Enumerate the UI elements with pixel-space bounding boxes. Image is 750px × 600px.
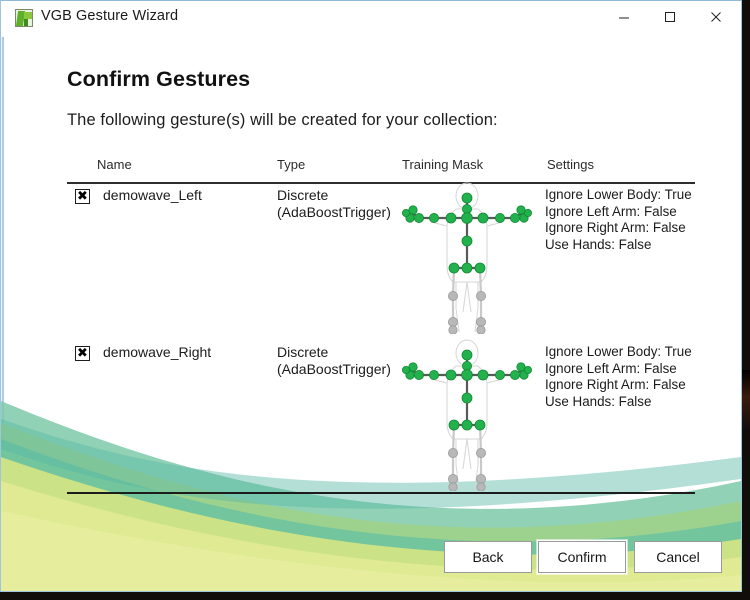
page-subtitle: The following gesture(s) will be created… xyxy=(67,111,498,129)
column-header-name: Name xyxy=(97,157,132,172)
app-window: VGB Gesture Wizard Confirm Gestures The … xyxy=(0,0,742,592)
gesture-name: demowave_Right xyxy=(103,344,212,360)
gesture-type: Discrete (AdaBoostTrigger) xyxy=(277,344,391,377)
gesture-checkbox[interactable]: ✖ xyxy=(75,346,90,361)
maximize-icon xyxy=(665,12,675,22)
app-icon xyxy=(15,9,33,27)
column-header-settings: Settings xyxy=(547,157,594,172)
title-bar: VGB Gesture Wizard xyxy=(1,1,741,37)
cancel-button[interactable]: Cancel xyxy=(634,541,722,573)
training-mask-skeleton xyxy=(401,182,533,334)
window-title: VGB Gesture Wizard xyxy=(41,8,179,24)
gesture-table: Name Type Training Mask Settings ✖ demow… xyxy=(67,157,695,498)
close-button[interactable] xyxy=(693,1,739,33)
table-row: ✖ demowave_Left Discrete (AdaBoostTrigge… xyxy=(67,182,695,341)
column-header-mask: Training Mask xyxy=(402,157,484,172)
maximize-button[interactable] xyxy=(647,1,693,33)
gesture-name: demowave_Left xyxy=(103,187,202,203)
confirm-button[interactable]: Confirm xyxy=(536,539,628,575)
gesture-settings: Ignore Lower Body: True Ignore Left Arm:… xyxy=(545,187,692,252)
column-header-type: Type xyxy=(277,157,306,172)
close-icon xyxy=(711,12,721,22)
back-button[interactable]: Back xyxy=(444,541,532,573)
table-header-row: Name Type Training Mask Settings xyxy=(67,157,695,179)
minimize-icon xyxy=(619,17,629,19)
gesture-type: Discrete (AdaBoostTrigger) xyxy=(277,187,391,220)
gesture-checkbox[interactable]: ✖ xyxy=(75,189,90,204)
footer-rule xyxy=(67,492,695,494)
page-title: Confirm Gestures xyxy=(67,67,251,91)
minimize-button[interactable] xyxy=(601,1,647,33)
training-mask-skeleton xyxy=(401,339,533,491)
checkbox-mark: ✖ xyxy=(77,189,88,204)
button-bar: Back Confirm Cancel xyxy=(1,539,741,575)
checkbox-mark: ✖ xyxy=(77,346,88,361)
table-row: ✖ demowave_Right Discrete (AdaBoostTrigg… xyxy=(67,339,695,498)
gesture-settings: Ignore Lower Body: True Ignore Left Arm:… xyxy=(545,344,692,409)
wizard-content: Confirm Gestures The following gesture(s… xyxy=(1,37,741,591)
